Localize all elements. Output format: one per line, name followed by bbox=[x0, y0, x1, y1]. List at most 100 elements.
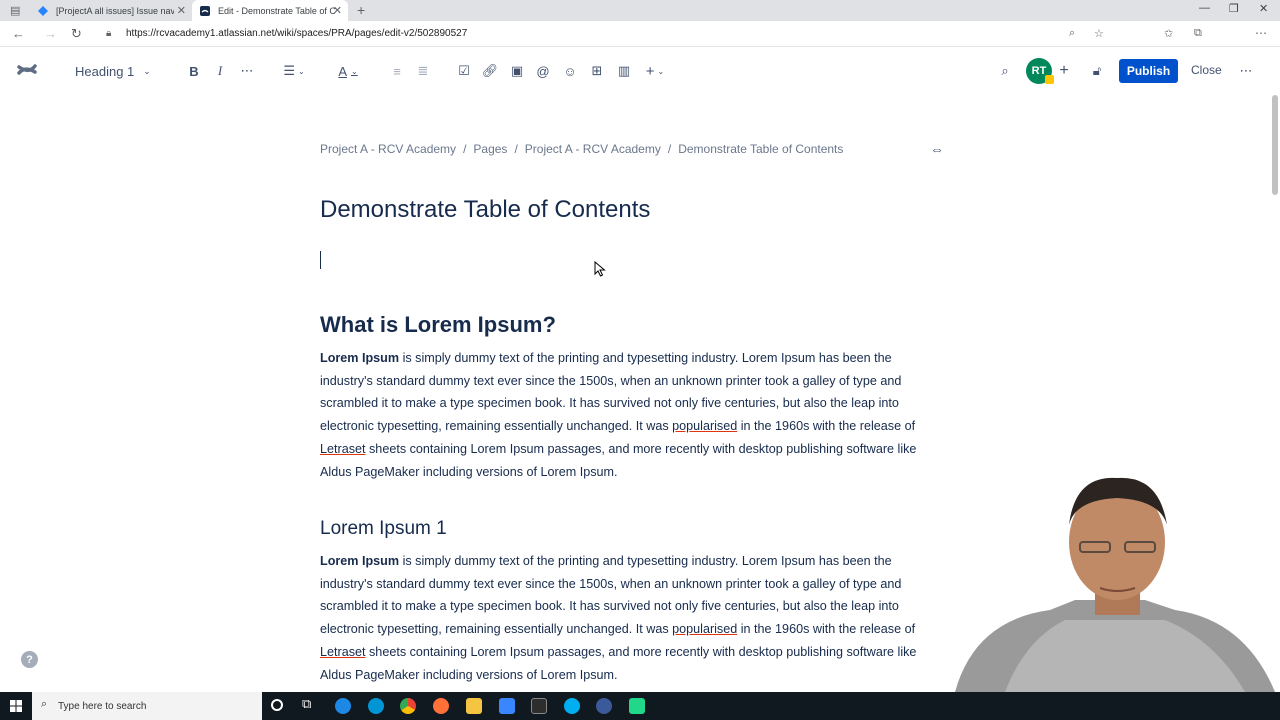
pycharm-icon[interactable] bbox=[629, 698, 645, 714]
text-cursor bbox=[320, 251, 321, 269]
close-tab-icon[interactable]: ✕ bbox=[177, 4, 186, 17]
chrome-icon[interactable] bbox=[400, 698, 416, 714]
full-width-toggle-icon[interactable]: ⇔ bbox=[930, 141, 944, 157]
search-placeholder: Type here to search bbox=[58, 700, 147, 712]
chevron-down-icon: ⌄ bbox=[143, 65, 151, 76]
scrollbar[interactable] bbox=[1272, 95, 1278, 195]
spellcheck-word[interactable]: Letraset bbox=[320, 442, 366, 456]
address-bar: ← → ↻ 🔒︎ https://rcvacademy1.atlassian.n… bbox=[0, 21, 1280, 61]
section-heading[interactable]: Lorem Ipsum 1 bbox=[320, 518, 447, 540]
url-input[interactable]: https://rcvacademy1.atlassian.net/wiki/s… bbox=[126, 28, 467, 39]
taskbar-search-input[interactable]: ⌕ Type here to search bbox=[32, 692, 262, 720]
breadcrumb-item[interactable]: Project A - RCV Academy bbox=[320, 142, 456, 156]
page-title[interactable]: Demonstrate Table of Contents bbox=[320, 196, 650, 224]
section-paragraph[interactable]: Lorem Ipsum is simply dummy text of the … bbox=[320, 550, 942, 686]
tab-title: [ProjectA all issues] Issue navigat bbox=[56, 5, 174, 16]
link-icon[interactable]: 🔗︎ bbox=[482, 62, 499, 80]
image-icon[interactable]: ▣ bbox=[509, 62, 525, 80]
tab-title: Edit - Demonstrate Table of Con bbox=[218, 5, 336, 16]
bold-text: Lorem Ipsum bbox=[320, 351, 400, 365]
bold-text: Lorem Ipsum bbox=[320, 554, 400, 568]
task-checkbox-icon[interactable]: ☑ bbox=[456, 62, 472, 80]
minimize-icon[interactable]: — bbox=[1199, 2, 1210, 14]
forward-icon[interactable]: → bbox=[44, 26, 57, 41]
new-tab-icon[interactable]: + bbox=[357, 2, 365, 18]
paragraph-text: sheets containing Lorem Ipsum passages, … bbox=[320, 441, 917, 479]
invite-add-icon[interactable]: + bbox=[1056, 62, 1072, 80]
spellcheck-word[interactable]: Letraset bbox=[320, 645, 366, 659]
firefox-icon[interactable] bbox=[433, 698, 449, 714]
numbered-list-icon[interactable]: ≣ bbox=[415, 62, 431, 80]
more-icon[interactable]: ⋯ bbox=[1255, 26, 1267, 40]
avatar-initials: RT bbox=[1031, 65, 1047, 77]
alignment-dropdown[interactable]: ☰ ⌄ bbox=[280, 62, 308, 80]
windows-start-icon[interactable] bbox=[10, 700, 22, 712]
paragraph-text: sheets containing Lorem Ipsum passages, … bbox=[320, 644, 917, 682]
browser-tab-strip: ▤ [ProjectA all issues] Issue navigat ✕ … bbox=[0, 0, 1280, 21]
app-icon[interactable] bbox=[596, 698, 612, 714]
collections-icon[interactable]: ⧉ bbox=[1194, 27, 1202, 40]
lock-icon[interactable]: 🔒︎ bbox=[106, 28, 111, 39]
favorites-bar-icon[interactable]: ✩ bbox=[1164, 27, 1173, 40]
more-actions-icon[interactable]: ⋯ bbox=[1237, 62, 1255, 80]
presence-badge bbox=[1045, 75, 1054, 84]
search-icon: ⌕ bbox=[41, 698, 48, 710]
close-tab-icon[interactable]: ✕ bbox=[333, 4, 342, 17]
text-color-dropdown[interactable]: A ⌄ bbox=[334, 62, 362, 80]
taskbar: ⌕ Type here to search ⧉ bbox=[0, 692, 1280, 720]
editor-toolbar: Heading 1 ⌄ B I ⋯ ☰ ⌄ A ⌄ ≡ ≣ ☑ 🔗︎ ▣ @ ☺ ⊞… bbox=[0, 47, 1280, 95]
cortana-icon[interactable] bbox=[271, 699, 283, 711]
breadcrumb-item[interactable]: Pages bbox=[473, 142, 507, 156]
task-view-icon[interactable]: ⧉ bbox=[302, 696, 311, 712]
mouse-pointer-icon bbox=[594, 261, 606, 277]
back-icon[interactable]: ← bbox=[12, 26, 25, 41]
restrictions-lock-icon[interactable]: 🔓︎ bbox=[1088, 62, 1106, 80]
app-icon[interactable] bbox=[499, 698, 515, 714]
confluence-icon bbox=[200, 5, 210, 16]
skype-icon[interactable] bbox=[564, 698, 580, 714]
window-close-icon[interactable]: ✕ bbox=[1259, 2, 1268, 15]
insert-more-dropdown[interactable]: + ⌄ bbox=[642, 62, 668, 80]
breadcrumb-separator: / bbox=[463, 142, 467, 156]
breadcrumb: Project A - RCV Academy / Pages / Projec… bbox=[320, 142, 843, 156]
tab-actions-icon[interactable]: ▤ bbox=[10, 4, 20, 17]
publish-button[interactable]: Publish bbox=[1119, 59, 1178, 83]
more-formatting-icon[interactable]: ⋯ bbox=[238, 62, 256, 80]
edge-icon[interactable] bbox=[335, 698, 351, 714]
mention-icon[interactable]: @ bbox=[535, 62, 551, 80]
restore-icon[interactable]: ❐ bbox=[1229, 2, 1239, 15]
close-button[interactable]: Close bbox=[1191, 63, 1222, 77]
terminal-icon[interactable] bbox=[531, 698, 547, 714]
search-icon[interactable]: ⌕ bbox=[996, 62, 1014, 80]
table-icon[interactable]: ⊞ bbox=[588, 62, 606, 80]
breadcrumb-item[interactable]: Demonstrate Table of Contents bbox=[678, 142, 843, 156]
browser-tab-edit[interactable]: Edit - Demonstrate Table of Con ✕ bbox=[192, 0, 348, 21]
breadcrumb-separator: / bbox=[514, 142, 518, 156]
reload-icon[interactable]: ↻ bbox=[71, 26, 82, 42]
text-style-label: Heading 1 bbox=[75, 63, 135, 79]
zoom-icon[interactable]: ⌕ bbox=[1069, 27, 1075, 40]
spellcheck-word[interactable]: popularised bbox=[672, 622, 737, 636]
hp-icon[interactable] bbox=[368, 698, 384, 714]
layout-columns-icon[interactable]: ▥ bbox=[615, 62, 633, 80]
text-style-dropdown[interactable]: Heading 1 ⌄ bbox=[75, 62, 155, 80]
avatar[interactable]: RT bbox=[1026, 58, 1054, 84]
paragraph-text: in the 1960s with the release of bbox=[737, 622, 916, 637]
favorite-icon[interactable]: ☆ bbox=[1094, 27, 1104, 40]
breadcrumb-separator: / bbox=[667, 142, 672, 156]
section-heading[interactable]: What is Lorem Ipsum? bbox=[320, 312, 556, 338]
bullet-list-icon[interactable]: ≡ bbox=[389, 62, 405, 80]
section-paragraph[interactable]: Lorem Ipsum is simply dummy text of the … bbox=[320, 347, 942, 483]
help-icon[interactable]: ? bbox=[21, 651, 38, 668]
bold-button[interactable]: B bbox=[186, 62, 202, 80]
paragraph-text: in the 1960s with the release of bbox=[737, 419, 916, 434]
jira-icon bbox=[38, 5, 48, 16]
browser-tab-issues[interactable]: [ProjectA all issues] Issue navigat ✕ bbox=[30, 0, 192, 21]
webcam-overlay bbox=[955, 477, 1275, 692]
spellcheck-word[interactable]: popularised bbox=[672, 419, 737, 433]
breadcrumb-item[interactable]: Project A - RCV Academy bbox=[525, 142, 661, 156]
emoji-icon[interactable]: ☺ bbox=[562, 62, 578, 80]
confluence-logo-icon[interactable] bbox=[17, 60, 37, 80]
italic-button[interactable]: I bbox=[212, 62, 228, 80]
file-explorer-icon[interactable] bbox=[466, 698, 482, 714]
